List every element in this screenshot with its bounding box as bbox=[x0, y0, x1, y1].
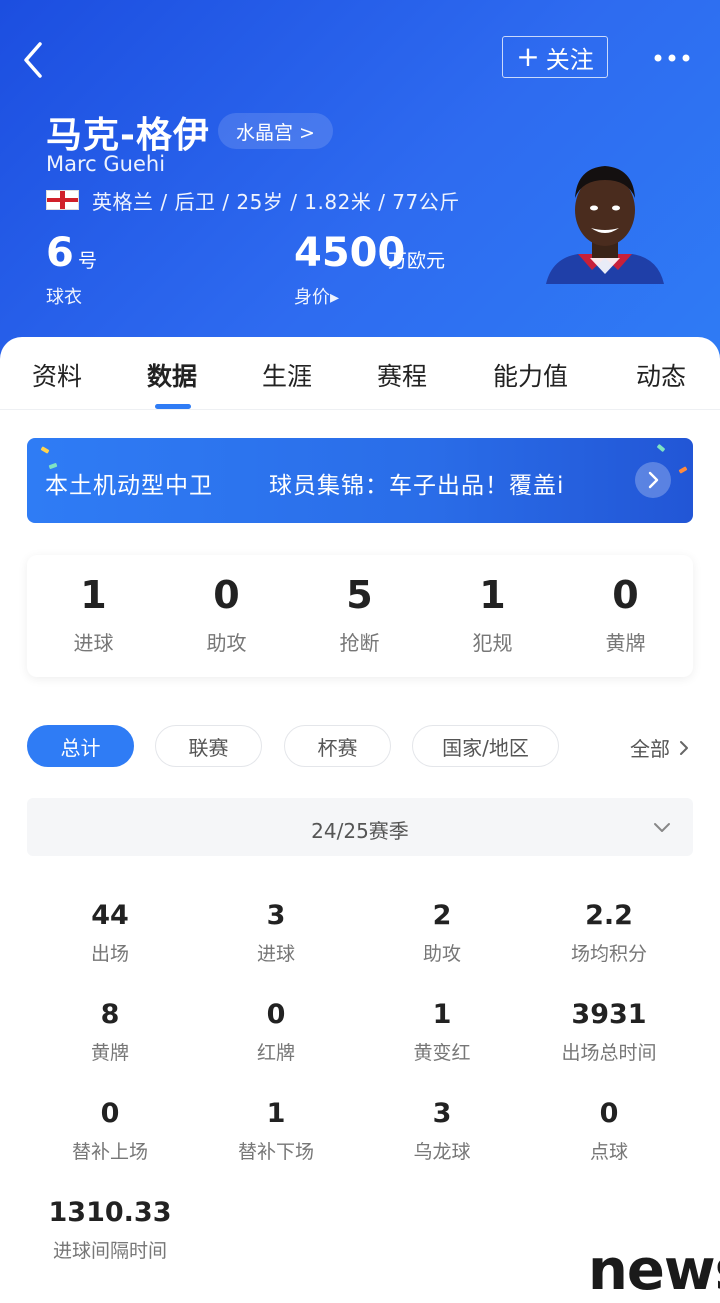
stat-assists: 2 助攻 bbox=[359, 897, 525, 966]
stat-label: 黄变红 bbox=[413, 1042, 471, 1064]
tab-bar: 资料 数据 生涯 赛程 能力值 动态 bbox=[0, 337, 720, 409]
stat-minutes-per-goal: 1310.33 进球间隔时间 bbox=[27, 1194, 193, 1263]
chevron-right-icon bbox=[648, 471, 659, 489]
back-button[interactable] bbox=[18, 38, 58, 82]
market-value-link[interactable]: 身价▸ bbox=[294, 283, 339, 309]
follow-button[interactable]: + 关注 bbox=[502, 36, 608, 78]
player-header: + 关注 马克-格伊 水晶宫 > Marc Guehi 英格兰 / 后卫 / 2… bbox=[0, 0, 720, 380]
quick-stat-label: 助攻 bbox=[206, 631, 247, 655]
stat-value: 0 bbox=[599, 1098, 619, 1129]
stat-label: 点球 bbox=[589, 1141, 628, 1163]
quick-stat-label: 黄牌 bbox=[605, 631, 646, 655]
banner-next-button[interactable] bbox=[635, 462, 671, 498]
quick-stat-value: 0 bbox=[213, 573, 240, 617]
stat-value: 2.2 bbox=[585, 900, 633, 931]
chevron-right-icon bbox=[680, 740, 688, 755]
quick-stat-value: 0 bbox=[612, 573, 639, 617]
recent-match-stats: 1 进球 0 助攻 5 抢断 1 犯规 0 黄牌 bbox=[27, 555, 693, 677]
stat-second-yellow: 1 黄变红 bbox=[359, 996, 525, 1065]
market-value-unit: 万欧元 bbox=[388, 250, 446, 272]
stat-goals: 3 进球 bbox=[193, 897, 359, 966]
player-name-english: Marc Guehi bbox=[46, 152, 166, 176]
tab-data[interactable]: 数据 bbox=[147, 357, 197, 393]
tab-ratings[interactable]: 能力值 bbox=[493, 357, 568, 393]
filter-chip-cup[interactable]: 杯赛 bbox=[284, 725, 391, 767]
shirt-number: 6 bbox=[46, 230, 74, 276]
stat-label: 出场总时间 bbox=[561, 1042, 657, 1064]
chevron-left-icon bbox=[24, 42, 42, 78]
tab-profile[interactable]: 资料 bbox=[32, 357, 82, 393]
tab-news[interactable]: 动态 bbox=[636, 357, 686, 393]
stat-value: 1310.33 bbox=[48, 1197, 172, 1228]
stat-label: 黄牌 bbox=[90, 1042, 129, 1064]
quick-stat-label: 抢断 bbox=[339, 631, 380, 655]
quick-stat-value: 5 bbox=[346, 573, 373, 617]
season-label: 24/25赛季 bbox=[311, 819, 409, 843]
player-bio: 英格兰 / 后卫 / 25岁 / 1.82米 / 77公斤 bbox=[92, 190, 460, 214]
stat-value: 8 bbox=[100, 999, 120, 1030]
stat-label: 助攻 bbox=[422, 943, 461, 965]
tab-divider bbox=[0, 409, 720, 410]
stat-minutes-played: 3931 出场总时间 bbox=[526, 996, 692, 1065]
all-filters-link[interactable]: 全部 bbox=[630, 733, 694, 762]
banner-marquee: 本土机动型中卫 球员集锦：车子出品！覆盖i bbox=[45, 466, 645, 500]
quick-stat-value: 1 bbox=[80, 573, 107, 617]
stat-value: 1 bbox=[432, 999, 452, 1030]
stat-label: 进球间隔时间 bbox=[52, 1240, 167, 1262]
quick-stat-label: 进球 bbox=[73, 631, 114, 655]
stat-sub-on: 0 替补上场 bbox=[27, 1095, 193, 1164]
stat-value: 2 bbox=[432, 900, 452, 931]
stat-points-per-game: 2.2 场均积分 bbox=[526, 897, 692, 966]
stat-own-goals: 3 乌龙球 bbox=[359, 1095, 525, 1164]
stat-appearances: 44 出场 bbox=[27, 897, 193, 966]
stat-value: 3 bbox=[432, 1098, 452, 1129]
news-watermark: news bbox=[588, 1238, 720, 1303]
tab-career[interactable]: 生涯 bbox=[262, 357, 312, 393]
stat-yellow-cards: 8 黄牌 bbox=[27, 996, 193, 1065]
stat-red-cards: 0 红牌 bbox=[193, 996, 359, 1065]
stat-label: 替补上场 bbox=[71, 1141, 148, 1163]
player-avatar bbox=[546, 166, 664, 284]
content-panel: 资料 数据 生涯 赛程 能力值 动态 本土机动型中卫 球员集锦：车子出品！覆盖i … bbox=[0, 337, 720, 1297]
confetti-decoration bbox=[656, 443, 666, 453]
stat-value: 0 bbox=[266, 999, 286, 1030]
stat-label: 场均积分 bbox=[570, 943, 647, 965]
more-dots-icon bbox=[654, 54, 690, 62]
highlight-banner[interactable]: 本土机动型中卫 球员集锦：车子出品！覆盖i bbox=[27, 438, 693, 523]
follow-label: 关注 bbox=[545, 45, 594, 74]
shirt-number-unit: 号 bbox=[78, 250, 98, 272]
stat-label: 红牌 bbox=[256, 1042, 295, 1064]
stat-value: 3 bbox=[266, 900, 286, 931]
stat-label: 乌龙球 bbox=[413, 1141, 471, 1163]
confetti-decoration bbox=[40, 446, 50, 454]
england-flag-icon bbox=[46, 190, 79, 210]
more-button[interactable] bbox=[652, 44, 692, 72]
all-filters-label: 全部 bbox=[630, 737, 670, 761]
quick-stat-label: 犯规 bbox=[472, 631, 513, 655]
quick-stat-value: 1 bbox=[479, 573, 506, 617]
stat-sub-off: 1 替补下场 bbox=[193, 1095, 359, 1164]
stat-value: 3931 bbox=[571, 999, 647, 1030]
banner-text-2: 球员集锦：车子出品！覆盖i bbox=[269, 473, 565, 499]
stat-label: 替补下场 bbox=[237, 1141, 314, 1163]
confetti-decoration bbox=[678, 466, 688, 474]
stat-penalties: 0 点球 bbox=[526, 1095, 692, 1164]
stat-value: 44 bbox=[91, 900, 129, 931]
filter-chip-total[interactable]: 总计 bbox=[27, 725, 134, 767]
banner-text-1: 本土机动型中卫 bbox=[45, 473, 213, 499]
stat-value: 0 bbox=[100, 1098, 120, 1129]
player-name: 马克-格伊 bbox=[46, 115, 210, 156]
team-link[interactable]: 水晶宫 > bbox=[218, 113, 333, 149]
filter-chip-league[interactable]: 联赛 bbox=[155, 725, 262, 767]
stat-value: 1 bbox=[266, 1098, 286, 1129]
season-select[interactable]: 24/25赛季 bbox=[27, 798, 693, 856]
tab-schedule[interactable]: 赛程 bbox=[377, 357, 427, 393]
filter-chip-national[interactable]: 国家/地区 bbox=[412, 725, 559, 767]
stat-label: 进球 bbox=[256, 943, 295, 965]
plus-icon: + bbox=[516, 40, 540, 73]
stat-label: 出场 bbox=[90, 943, 129, 965]
chevron-down-icon bbox=[654, 823, 670, 832]
shirt-label: 球衣 bbox=[46, 287, 82, 308]
